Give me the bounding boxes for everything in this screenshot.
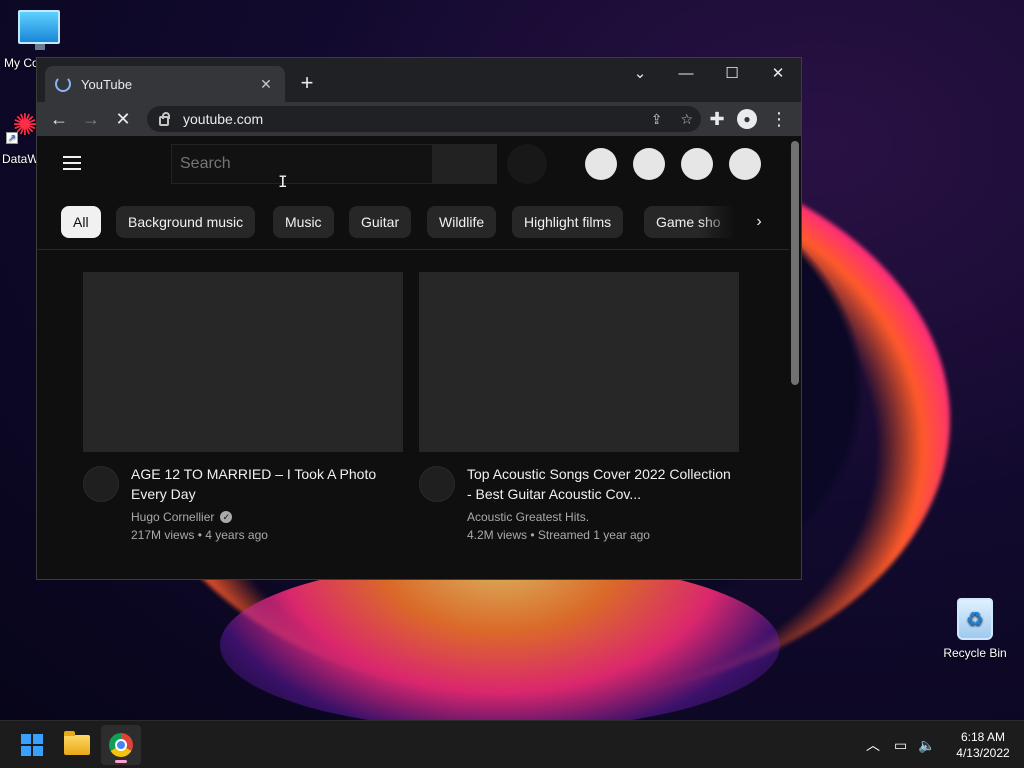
back-button[interactable]: ← [43, 103, 75, 135]
address-bar[interactable]: youtube.com ⇪ ☆ [147, 106, 701, 132]
video-thumbnail[interactable] [83, 272, 403, 452]
close-window-button[interactable]: ✕ [755, 58, 801, 88]
minimize-button[interactable]: — [663, 58, 709, 88]
video-title[interactable]: AGE 12 TO MARRIED – I Took A Photo Every… [131, 464, 403, 504]
channel-avatar[interactable] [419, 466, 455, 502]
tab-close-icon[interactable]: ✕ [257, 76, 275, 93]
search-button[interactable] [433, 144, 497, 184]
youtube-page: I All Background music Music Guitar Wild… [37, 136, 789, 579]
view-count: 217M views [131, 528, 195, 542]
browser-toolbar: ← → ✕ youtube.com ⇪ ☆ ✚ ● ⋮ [37, 102, 801, 136]
header-button-1[interactable] [585, 148, 617, 180]
chip-music[interactable]: Music [273, 206, 334, 238]
video-card[interactable]: AGE 12 TO MARRIED – I Took A Photo Every… [83, 272, 403, 542]
clock-date: 4/13/2022 [956, 746, 1010, 760]
volume-icon[interactable]: 🔈 [918, 721, 935, 768]
url-text[interactable]: youtube.com [183, 111, 263, 127]
chrome-taskbar-button[interactable] [101, 725, 141, 765]
monitor-icon [18, 10, 60, 50]
header-button-2[interactable] [633, 148, 665, 180]
channel-avatar[interactable] [83, 466, 119, 502]
header-button-4[interactable] [729, 148, 761, 180]
video-thumbnail[interactable] [419, 272, 739, 452]
loading-spinner-icon [55, 76, 71, 92]
hamburger-menu-icon[interactable] [63, 156, 81, 170]
tab-strip: YouTube ✕ + ⌄ — ☐ ✕ [37, 58, 801, 102]
folder-icon [64, 731, 90, 755]
wallpaper-glow [220, 560, 780, 720]
channel-name[interactable]: Hugo Cornellier [131, 510, 214, 524]
chip-guitar[interactable]: Guitar [349, 206, 412, 238]
desktop-icon-label: DataW [2, 152, 39, 166]
filter-chips-bar: All Background music Music Guitar Wildli… [37, 192, 789, 250]
chip-all[interactable]: All [61, 206, 101, 238]
tab-title: YouTube [81, 76, 133, 92]
upload-age: Streamed 1 year ago [537, 528, 650, 542]
chrome-window: YouTube ✕ + ⌄ — ☐ ✕ ← → ✕ youtube.com ⇪ … [36, 57, 802, 580]
recycle-bin-icon: ♻ [957, 598, 993, 640]
network-icon[interactable]: ▭ [894, 721, 907, 768]
windows-logo-icon [21, 734, 43, 756]
scrollbar-thumb[interactable] [791, 141, 799, 385]
show-hidden-icons-button[interactable]: ︿ [866, 721, 880, 768]
taskbar: ︿ ▭ 🔈 6:18 AM 4/13/2022 [0, 720, 1024, 768]
clock[interactable]: 6:18 AM 4/13/2022 [946, 729, 1020, 761]
chip-background-music[interactable]: Background music [116, 206, 256, 238]
header-button-3[interactable] [681, 148, 713, 180]
chevron-up-icon: ︿ [866, 737, 880, 753]
bookmark-star-icon[interactable]: ☆ [680, 111, 693, 128]
lock-icon[interactable] [159, 112, 170, 126]
text-cursor-icon: I [278, 172, 288, 191]
youtube-header: I [37, 136, 789, 192]
tab-search-button[interactable]: ⌄ [617, 58, 663, 88]
file-explorer-button[interactable] [57, 725, 97, 765]
stop-loading-button[interactable]: ✕ [107, 103, 139, 135]
channel-name[interactable]: Acoustic Greatest Hits. [467, 510, 589, 524]
voice-search-button[interactable] [507, 144, 547, 184]
channel-name-row: Acoustic Greatest Hits. [467, 510, 739, 524]
forward-button[interactable]: → [75, 103, 107, 135]
video-info: Top Acoustic Songs Cover 2022 Collection… [419, 464, 739, 542]
verified-badge-icon: ✓ [220, 511, 233, 523]
video-info: AGE 12 TO MARRIED – I Took A Photo Every… [83, 464, 403, 542]
video-title[interactable]: Top Acoustic Songs Cover 2022 Collection… [467, 464, 739, 504]
chrome-menu-icon[interactable]: ⋮ [763, 103, 795, 135]
desktop-icon-recycle-bin[interactable]: ♻ Recycle Bin [940, 598, 1010, 660]
profile-avatar-icon: ● [737, 109, 757, 129]
video-meta: 4.2M views • Streamed 1 year ago [467, 528, 650, 542]
new-tab-button[interactable]: + [297, 71, 317, 95]
desktop-icon-label: My Co [4, 56, 39, 70]
channel-name-row: Hugo Cornellier ✓ [131, 510, 403, 524]
chip-highlight-films[interactable]: Highlight films [512, 206, 624, 238]
maximize-button[interactable]: ☐ [709, 58, 755, 88]
chevron-right-icon[interactable]: › [743, 206, 775, 238]
upload-age: 4 years ago [205, 528, 268, 542]
share-icon[interactable]: ⇪ [651, 111, 663, 128]
video-meta: 217M views • 4 years ago [131, 528, 268, 542]
clock-time: 6:18 AM [960, 730, 1006, 744]
desktop-icon-label: Recycle Bin [943, 646, 1007, 660]
start-button[interactable] [12, 725, 52, 765]
tab-youtube[interactable]: YouTube ✕ [45, 66, 285, 102]
view-count: 4.2M views [467, 528, 528, 542]
extensions-icon[interactable]: ✚ [701, 103, 733, 135]
chip-wildlife[interactable]: Wildlife [427, 206, 497, 238]
search-input[interactable] [171, 144, 433, 184]
chip-game-shows[interactable]: Game sho [644, 206, 736, 238]
shortcut-arrow-icon: ↗ [6, 132, 18, 144]
page-scrollbar[interactable] [789, 136, 801, 579]
active-app-indicator [115, 760, 127, 763]
chrome-icon [109, 733, 133, 757]
video-card[interactable]: Top Acoustic Songs Cover 2022 Collection… [419, 272, 739, 542]
profile-button[interactable]: ● [731, 103, 763, 135]
